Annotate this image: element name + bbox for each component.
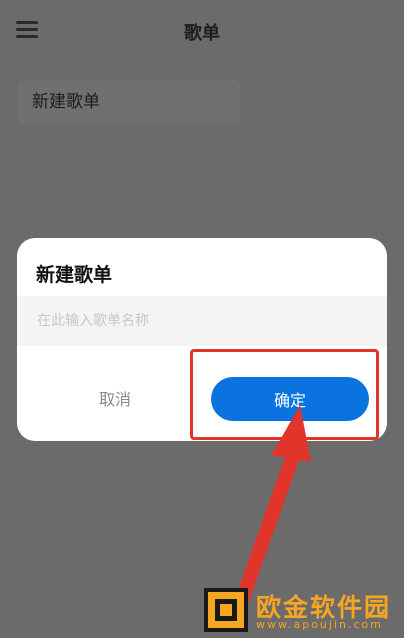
playlist-name-input[interactable] [17,296,387,346]
cancel-button[interactable]: 取消 [77,378,153,418]
new-playlist-item[interactable]: 新建歌单 [18,80,240,124]
watermark-url: www.apoujin.com [256,618,383,631]
dialog-title: 新建歌单 [36,264,113,286]
highlight-annotation-box [190,349,379,440]
watermark: 欧金软件园 www.apoujin.com [204,585,400,635]
page-title: 歌单 [184,23,220,44]
top-bar: 歌单 [0,0,404,62]
watermark-logo-icon [204,588,248,632]
